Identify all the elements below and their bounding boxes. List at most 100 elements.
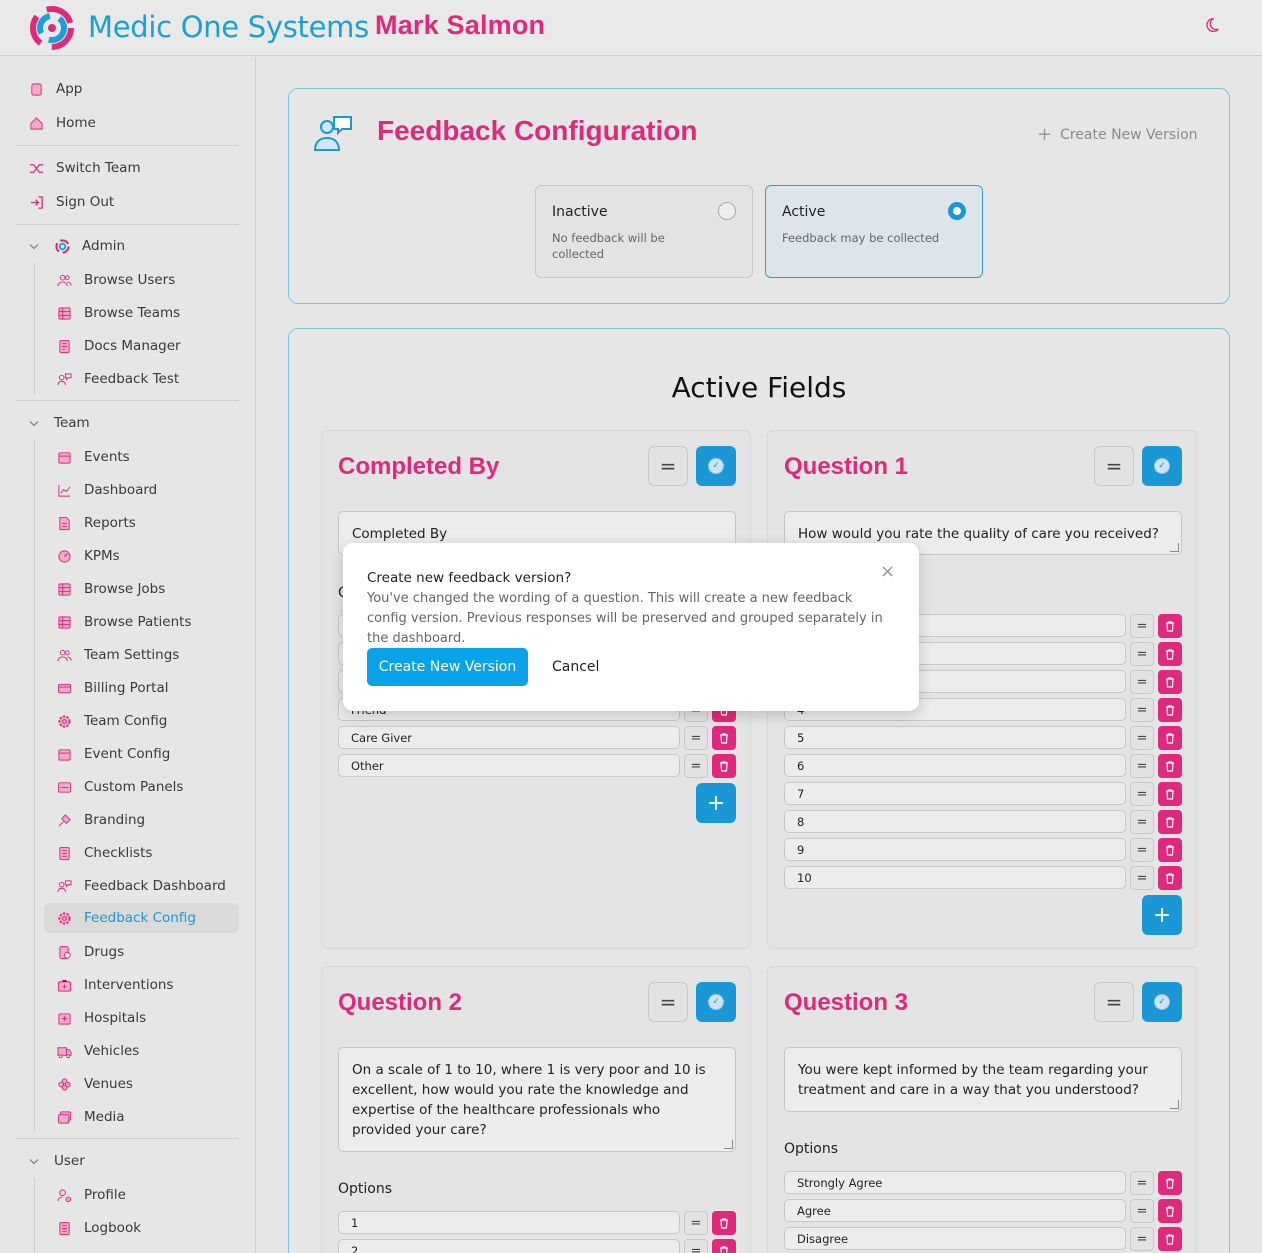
close-icon[interactable]: × [880, 563, 895, 581]
create-new-version-link[interactable]: + Create New Version [1037, 124, 1198, 145]
delete-option-button[interactable] [712, 1239, 736, 1253]
delete-option-button[interactable] [712, 1211, 736, 1235]
sidebar-item-browse-patients[interactable]: Browse Patients [56, 607, 192, 637]
delete-option-button[interactable] [1158, 754, 1182, 778]
sidebar-item-drugs[interactable]: Drugs [56, 937, 124, 967]
sidebar-item-browse-jobs[interactable]: Browse Jobs [56, 574, 165, 604]
toggle-field-button[interactable]: ✓ [696, 446, 736, 486]
sidebar-section-admin[interactable]: Admin [28, 231, 125, 261]
sidebar-item-vehicles[interactable]: Vehicles [56, 1036, 139, 1066]
option-input[interactable]: Other [338, 754, 680, 777]
moon-icon[interactable] [1204, 17, 1224, 37]
question-text-field[interactable]: On a scale of 1 to 10, where 1 is very p… [338, 1047, 736, 1152]
option-drag-button[interactable]: = [1130, 698, 1154, 722]
option-input[interactable]: 10 [784, 866, 1126, 889]
logo-icon[interactable] [30, 6, 74, 50]
toggle-field-button[interactable]: ✓ [1142, 446, 1182, 486]
sidebar-item-docs-manager[interactable]: Docs Manager [56, 331, 181, 361]
delete-option-button[interactable] [1158, 838, 1182, 862]
option-drag-button[interactable]: = [684, 754, 708, 778]
status-inactive-option[interactable]: Inactive No feedback will be collected [535, 185, 753, 278]
delete-option-button[interactable] [1158, 866, 1182, 890]
sidebar-item-media[interactable]: Media [56, 1102, 125, 1132]
brand-name[interactable]: Medic One Systems [88, 10, 369, 44]
sidebar-item-switch-team[interactable]: Switch Team [28, 153, 141, 183]
option-drag-button[interactable]: = [684, 1239, 708, 1253]
sidebar-item-venues[interactable]: Venues [56, 1069, 133, 1099]
delete-option-button[interactable] [1158, 810, 1182, 834]
create-new-version-button[interactable]: Create New Version [367, 648, 528, 686]
option-drag-button[interactable]: = [1130, 1227, 1154, 1251]
delete-option-button[interactable] [1158, 782, 1182, 806]
option-drag-button[interactable]: = [1130, 614, 1154, 638]
sidebar-item-events[interactable]: Events [56, 442, 130, 472]
sidebar-item-feedback-dashboard[interactable]: Feedback Dashboard [56, 871, 226, 901]
option-input[interactable]: 5 [784, 726, 1126, 749]
option-input[interactable]: 6 [784, 754, 1126, 777]
sidebar-item-team-config[interactable]: Team Config [56, 706, 167, 736]
add-option-button[interactable]: + [696, 783, 736, 823]
sidebar-item-kpms[interactable]: KPMs [56, 541, 120, 571]
sidebar-item-hospitals[interactable]: Hospitals [56, 1003, 146, 1033]
drag-handle-button[interactable]: = [1094, 446, 1134, 486]
delete-option-button[interactable] [712, 726, 736, 750]
sidebar-item-sign-out[interactable]: Sign Out [28, 187, 114, 217]
sidebar-item-feedback-test[interactable]: Feedback Test [56, 364, 179, 394]
option-drag-button[interactable]: = [1130, 1199, 1154, 1223]
sidebar-item-browse-users[interactable]: Browse Users [56, 265, 175, 295]
option-drag-button[interactable]: = [1130, 670, 1154, 694]
sidebar-item-app[interactable]: App [28, 74, 82, 104]
toggle-field-button[interactable]: ✓ [1142, 982, 1182, 1022]
sidebar-item-team-settings[interactable]: Team Settings [56, 640, 179, 670]
delete-option-button[interactable] [1158, 614, 1182, 638]
option-drag-button[interactable]: = [1130, 866, 1154, 890]
option-input[interactable]: Agree [784, 1199, 1126, 1222]
status-active-option[interactable]: Active Feedback may be collected [765, 185, 983, 278]
sidebar-item-browse-teams[interactable]: Browse Teams [56, 298, 180, 328]
sidebar-item-reports[interactable]: Reports [56, 508, 136, 538]
option-drag-button[interactable]: = [1130, 1171, 1154, 1195]
delete-option-button[interactable] [1158, 642, 1182, 666]
drag-handle-button[interactable]: = [1094, 982, 1134, 1022]
sidebar-section-team[interactable]: Team [28, 408, 90, 438]
delete-option-button[interactable] [1158, 670, 1182, 694]
option-input[interactable]: 2 [338, 1239, 680, 1253]
sidebar-item-interventions[interactable]: Interventions [56, 970, 173, 1000]
option-input[interactable]: Care Giver [338, 726, 680, 749]
add-option-button[interactable]: + [1142, 895, 1182, 935]
sidebar-item-branding[interactable]: Branding [56, 805, 145, 835]
delete-option-button[interactable] [1158, 1227, 1182, 1251]
delete-option-button[interactable] [1158, 1199, 1182, 1223]
sidebar-item-checklists[interactable]: Checklists [56, 838, 152, 868]
radio-inactive[interactable] [718, 202, 736, 220]
option-input[interactable]: 9 [784, 838, 1126, 861]
sidebar-section-user[interactable]: User [28, 1146, 85, 1176]
option-input[interactable]: 7 [784, 782, 1126, 805]
radio-active[interactable] [948, 202, 966, 220]
option-drag-button[interactable]: = [1130, 810, 1154, 834]
question-text-field[interactable]: You were kept informed by the team regar… [784, 1047, 1182, 1112]
delete-option-button[interactable] [1158, 726, 1182, 750]
delete-option-button[interactable] [712, 754, 736, 778]
option-input[interactable]: Strongly Agree [784, 1171, 1126, 1194]
delete-option-button[interactable] [1158, 698, 1182, 722]
option-drag-button[interactable]: = [1130, 754, 1154, 778]
sidebar-item-profile[interactable]: Profile [56, 1180, 126, 1210]
cancel-button[interactable]: Cancel [552, 659, 599, 675]
option-input[interactable]: Disagree [784, 1227, 1126, 1250]
sidebar-item-billing-portal[interactable]: Billing Portal [56, 673, 168, 703]
option-drag-button[interactable]: = [1130, 642, 1154, 666]
sidebar-item-feedback-config[interactable]: Feedback Config [44, 903, 239, 933]
sidebar-item-home[interactable]: Home [28, 108, 96, 138]
sidebar-item-logbook[interactable]: Logbook [56, 1213, 141, 1243]
delete-option-button[interactable] [1158, 1171, 1182, 1195]
sidebar-item-custom-panels[interactable]: Custom Panels [56, 772, 183, 802]
sidebar-item-event-config[interactable]: Event Config [56, 739, 170, 769]
drag-handle-button[interactable]: = [648, 446, 688, 486]
toggle-field-button[interactable]: ✓ [696, 982, 736, 1022]
option-input[interactable]: 8 [784, 810, 1126, 833]
option-drag-button[interactable]: = [1130, 782, 1154, 806]
sidebar-item-dashboard[interactable]: Dashboard [56, 475, 157, 505]
option-drag-button[interactable]: = [684, 1211, 708, 1235]
option-drag-button[interactable]: = [1130, 838, 1154, 862]
